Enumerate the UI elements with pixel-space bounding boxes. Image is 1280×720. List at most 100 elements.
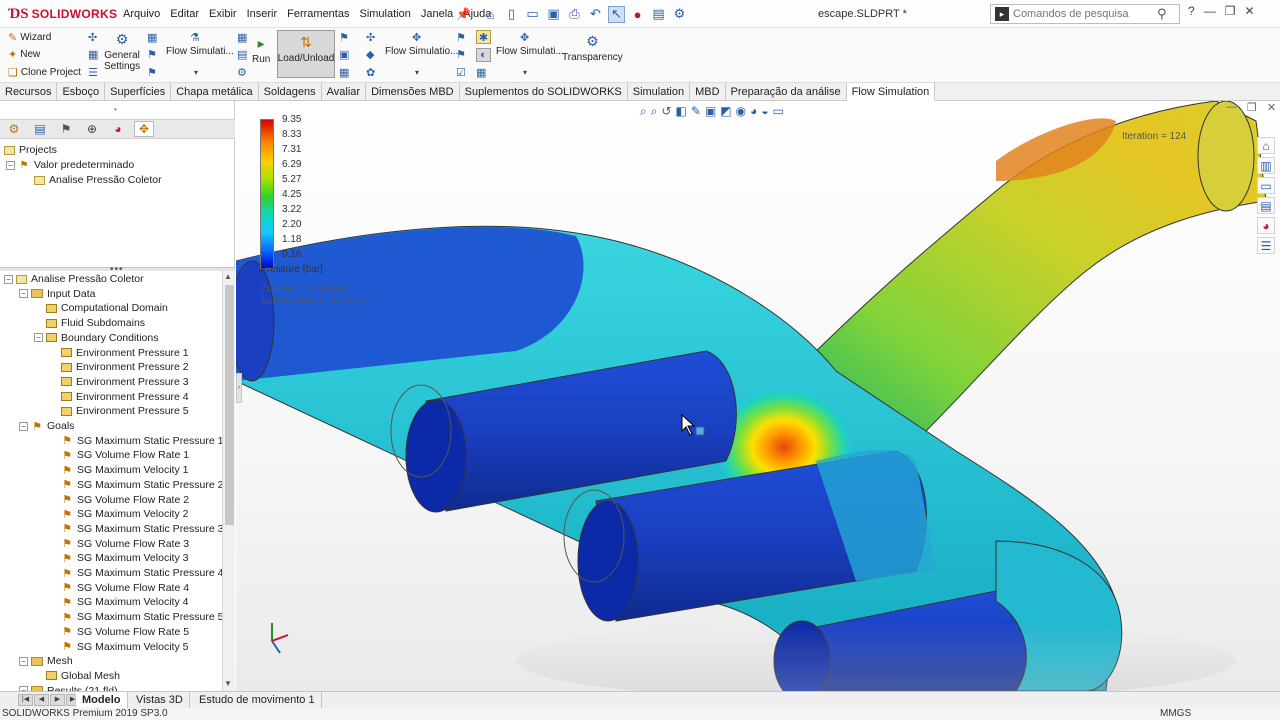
zoom-to-area-icon[interactable]: ⌕	[651, 104, 658, 119]
tree-node-goal[interactable]: ⚑ SG Volume Flow Rate 5	[49, 625, 189, 639]
command-search-input[interactable]	[1013, 8, 1153, 20]
tab-feature-manager[interactable]: ⚙	[4, 121, 24, 137]
clone-project-button[interactable]: ❏ Clone Project	[8, 66, 81, 79]
calc-small-icon[interactable]: ▦	[237, 31, 247, 44]
tree-node-goal[interactable]: ⚑ SG Maximum Velocity 5	[49, 640, 188, 654]
rebuild-icon[interactable]: ●	[629, 6, 646, 23]
units-indicator[interactable]: MMGS	[1160, 708, 1191, 719]
close-icon[interactable]: ✕	[1244, 4, 1254, 18]
mesh-small-icon[interactable]: ⚑	[147, 66, 157, 79]
tab-chapa-metalica[interactable]: Chapa metálica	[171, 83, 259, 101]
menu-exibir[interactable]: Exibir	[204, 8, 242, 20]
list-small-icon[interactable]: ☰	[88, 66, 98, 79]
collapse-icon[interactable]: −	[4, 274, 13, 284]
undo-icon[interactable]: ↶	[587, 6, 604, 23]
viewport-minimize-icon[interactable]: —	[1226, 101, 1237, 114]
check-small-icon[interactable]: ☑	[456, 66, 466, 79]
tree-node-config[interactable]: − ⚑ Valor predeterminado	[6, 158, 134, 172]
tree-node-input-data[interactable]: − Input Data	[19, 287, 95, 301]
flow-simulation-model[interactable]	[236, 101, 1280, 691]
view-palette-icon[interactable]: ▤	[1257, 197, 1275, 214]
custom-properties-icon[interactable]: ☰	[1257, 237, 1275, 254]
print-icon[interactable]: ⎙	[566, 6, 583, 23]
tree-node-goal[interactable]: ⚑ SG Maximum Static Pressure 4	[49, 566, 222, 580]
collapse-icon[interactable]: −	[6, 160, 15, 170]
tree-node-goal[interactable]: ⚑ SG Maximum Static Pressure 5	[49, 610, 222, 624]
tab-simulation[interactable]: Simulation	[628, 83, 691, 101]
tree-node-computational-domain[interactable]: Computational Domain	[34, 301, 168, 315]
tree-node-environment-pressure[interactable]: Environment Pressure 5	[49, 404, 189, 418]
pin-icon[interactable]: 📌	[456, 7, 471, 21]
boundary-small-icon[interactable]: ▦	[147, 31, 157, 44]
tree-node-environment-pressure[interactable]: Environment Pressure 1	[49, 346, 189, 360]
previous-view-icon[interactable]: ↺	[661, 104, 671, 119]
chevron-down-icon[interactable]: ▾	[194, 68, 198, 77]
settings-small-icon[interactable]: ✣	[88, 31, 97, 44]
tree-node-goal[interactable]: ⚑ SG Maximum Static Pressure 1	[49, 434, 222, 448]
tree-node-boundary-conditions[interactable]: − Boundary Conditions	[34, 331, 158, 345]
next-tab-icon[interactable]: ▶	[50, 694, 65, 706]
tree-node-goal[interactable]: ⚑ SG Maximum Velocity 1	[49, 463, 188, 477]
menu-janela[interactable]: Janela	[416, 8, 458, 20]
collapse-icon[interactable]: −	[19, 656, 28, 666]
command-search-box[interactable]: ▸ ⚲	[990, 4, 1180, 24]
batch-small-icon[interactable]: ▤	[237, 48, 247, 61]
analysis-tree-scrollbar[interactable]: ▲ ▼	[222, 271, 235, 691]
menu-ferramentas[interactable]: Ferramentas	[282, 8, 354, 20]
minimize-icon[interactable]: —	[1204, 4, 1216, 18]
results-small-icon-2[interactable]: ▣	[339, 48, 349, 61]
view-settings-icon[interactable]: ▭	[773, 104, 784, 119]
edit-appearance-icon[interactable]: ◕	[750, 104, 757, 119]
scroll-up-icon[interactable]: ▲	[224, 272, 232, 281]
tree-node-project[interactable]: Analise Pressão Coletor	[34, 173, 162, 187]
select-arrow-icon[interactable]: ↖	[608, 5, 625, 23]
tab-mbd[interactable]: MBD	[690, 83, 726, 101]
tab-esboco[interactable]: Esboço	[57, 83, 106, 101]
flow-simulation-dropdown-2[interactable]: Flow Simulatio...	[385, 46, 458, 57]
tree-node-environment-pressure[interactable]: Environment Pressure 3	[49, 375, 189, 389]
collapse-icon[interactable]: −	[34, 333, 43, 343]
tab-recursos[interactable]: Recursos	[0, 83, 58, 101]
tab-dimensoes-mbd[interactable]: Dimensões MBD	[366, 83, 460, 101]
tab-preparacao-analise[interactable]: Preparação da análise	[726, 83, 847, 101]
wizard-button[interactable]: ✎ Wizard	[8, 31, 51, 44]
home-icon[interactable]: ⌂	[482, 6, 499, 23]
zoom-to-fit-icon[interactable]: ⌕	[640, 104, 647, 119]
probe-small-icon[interactable]: ⚑	[456, 31, 466, 44]
tree-node-environment-pressure[interactable]: Environment Pressure 2	[49, 360, 189, 374]
results-small-icon-3[interactable]: ▦	[339, 66, 349, 79]
tree-node-goal[interactable]: ⚑ SG Volume Flow Rate 1	[49, 448, 189, 462]
collapse-panel-icon[interactable]: ›	[236, 373, 242, 403]
chevron-down-icon[interactable]: ▾	[415, 68, 419, 77]
tree-node-environment-pressure[interactable]: Environment Pressure 4	[49, 390, 189, 404]
tree-node-goal[interactable]: ⚑ SG Maximum Velocity 3	[49, 551, 188, 565]
tree-node-fluid-subdomains[interactable]: Fluid Subdomains	[34, 316, 145, 330]
tree-node-goal[interactable]: ⚑ SG Maximum Static Pressure 2	[49, 478, 222, 492]
tree-node-goal[interactable]: ⚑ SG Maximum Static Pressure 3	[49, 522, 222, 536]
options-gear-icon[interactable]: ⚙	[671, 6, 688, 23]
display-style-icon[interactable]: ◩	[720, 104, 731, 119]
tab-flow-simulation[interactable]: Flow Simulation	[846, 83, 936, 101]
lock-small-icon[interactable]: ▦	[476, 66, 486, 79]
transparency-button[interactable]: ⚙ Transparency	[562, 34, 623, 63]
dynamic-annotation-icon[interactable]: ✎	[691, 104, 701, 119]
tab-flow-simulation-analysis[interactable]: ✥	[134, 121, 154, 137]
tab-display-manager[interactable]: ◕	[108, 121, 128, 137]
tab-suplementos[interactable]: Suplementos do SOLIDWORKS	[460, 83, 628, 101]
solidworks-logo[interactable]: ƊS SOLIDWORKS	[8, 4, 117, 24]
tab-vistas-3d[interactable]: Vistas 3D	[130, 692, 190, 708]
results-small-icon-1[interactable]: ⚑	[339, 31, 349, 44]
menu-editar[interactable]: Editar	[165, 8, 204, 20]
flow-simulation-dropdown-3[interactable]: Flow Simulati...	[496, 46, 564, 57]
menu-simulation[interactable]: Simulation	[354, 8, 415, 20]
tree-node-projects[interactable]: Projects	[4, 143, 57, 157]
scrollbar-thumb[interactable]	[225, 285, 234, 525]
tree-node-results[interactable]: − Results (21 fld)	[19, 684, 118, 691]
file-explorer-icon[interactable]: ▭	[1257, 177, 1275, 194]
menu-arquivo[interactable]: Arquivo	[118, 8, 165, 20]
general-settings-button[interactable]: ⚙ General Settings	[104, 32, 140, 72]
tab-configuration-manager[interactable]: ⚑	[56, 121, 76, 137]
tree-node-goal[interactable]: ⚑ SG Volume Flow Rate 2	[49, 493, 189, 507]
tree-node-global-mesh[interactable]: Global Mesh	[34, 669, 120, 683]
save-icon[interactable]: ▣	[545, 6, 562, 23]
